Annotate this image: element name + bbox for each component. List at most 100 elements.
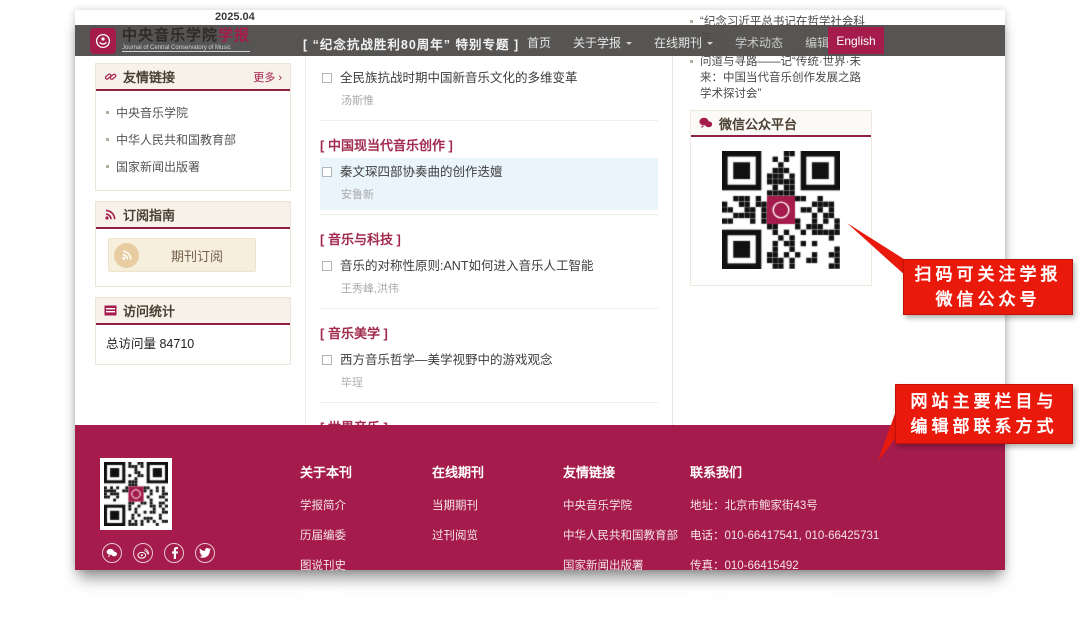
footer-link[interactable]: 国家新闻出版署 xyxy=(563,557,678,573)
wechat-icon[interactable] xyxy=(102,543,122,563)
article-author: 毕珵 xyxy=(341,374,656,390)
facebook-icon[interactable] xyxy=(164,543,184,563)
rss-icon xyxy=(114,243,139,268)
stats-header: 访问统计 xyxy=(96,298,290,325)
article-checkbox[interactable] xyxy=(322,261,332,271)
issue-number: 2025.04 xyxy=(215,11,255,23)
nav-links: 首页 关于学报 在线期刊 学术动态 编辑部公告 xyxy=(527,34,865,51)
friend-links-title: 友情链接 xyxy=(123,67,253,86)
nav-home[interactable]: 首页 xyxy=(527,34,551,51)
article-checkbox[interactable] xyxy=(322,73,332,83)
wechat-panel-title: 微信公众平台 xyxy=(719,114,863,133)
wechat-icon xyxy=(699,117,713,129)
footer-qr-code xyxy=(104,462,168,526)
section-header: [ 音乐美学 ] xyxy=(320,313,658,346)
article-author: 王秀峰,洪伟 xyxy=(341,280,656,296)
footer-link[interactable]: 图说刊史 xyxy=(300,557,352,573)
footer-link[interactable]: 学报简介 xyxy=(300,497,352,513)
friend-link-item[interactable]: 中央音乐学院 xyxy=(106,99,280,126)
footer-col-title: 联系我们 xyxy=(690,462,879,481)
logo-subtitle: Journal of Central Conservatory of Music xyxy=(122,45,250,52)
nav-academic-news[interactable]: 学术动态 xyxy=(735,34,783,51)
callout-line: 网站主要栏目与 xyxy=(896,389,1072,414)
article-row[interactable]: 秦文琛四部协奏曲的创作迭嬗 安鲁新 xyxy=(320,158,658,210)
footer: 关于本刊 学报简介 历届编委 图说刊史 现任成员 在线期刊 当期期刊 过刊阅览 … xyxy=(75,425,1005,570)
logo-title-main: 中央音乐学院 xyxy=(122,27,218,44)
rss-icon xyxy=(104,208,117,221)
footer-col-title: 在线期刊 xyxy=(432,462,484,481)
footer-link[interactable]: 中华人民共和国教育部 xyxy=(563,527,678,543)
twitter-icon[interactable] xyxy=(195,543,215,563)
footer-col-about: 关于本刊 学报简介 历届编委 图说刊史 现任成员 xyxy=(300,462,352,617)
footer-link[interactable]: 现任成员 xyxy=(300,587,352,603)
footer-contact-phone: 电话：010-66417541, 010-66425731 xyxy=(690,527,879,543)
footer-qr-frame xyxy=(100,458,172,530)
footer-col-title: 关于本刊 xyxy=(300,462,352,481)
bullet-icon xyxy=(690,20,693,23)
callout-line: 编辑部联系方式 xyxy=(896,414,1072,439)
article-row[interactable]: 西方音乐哲学—美学视野中的游戏观念 毕珵 xyxy=(320,346,658,398)
visit-count: 总访问量 84710 xyxy=(96,325,290,364)
article-author: 汤斯惟 xyxy=(341,92,656,108)
journal-logo[interactable]: 中央音乐学院学报 Journal of Central Conservatory… xyxy=(90,28,250,54)
wechat-qr-code xyxy=(722,151,840,269)
footer-col-title: 友情链接 xyxy=(563,462,678,481)
logo-emblem-icon xyxy=(90,28,116,54)
nav-about-journal[interactable]: 关于学报 xyxy=(573,34,632,51)
article-title[interactable]: 西方音乐哲学—美学视野中的游戏观念 xyxy=(340,352,553,369)
more-link[interactable]: 更多 › xyxy=(253,69,282,85)
english-language-button[interactable]: English xyxy=(828,27,884,54)
wechat-panel: 微信公众平台 xyxy=(690,110,872,286)
divider xyxy=(320,120,658,121)
section-header: [ 中国现当代音乐创作 ] xyxy=(320,125,658,158)
wechat-panel-header: 微信公众平台 xyxy=(691,111,871,137)
callout-scan-qr: 扫码可关注学报 微信公众号 xyxy=(903,259,1073,315)
callout-line: 扫码可关注学报 xyxy=(904,262,1072,287)
article-row[interactable]: 全民族抗战时期中国新音乐文化的多维变革 汤斯惟 xyxy=(320,64,658,116)
section-header: [ 音乐与科技 ] xyxy=(320,219,658,252)
footer-contact-email: 邮箱：xbbjb@ccom.edu.cn xyxy=(690,587,879,603)
divider xyxy=(320,402,658,403)
logo-title-accent: 学报 xyxy=(218,27,250,44)
subscribe-title: 订阅指南 xyxy=(123,205,282,224)
left-sidebar: 友情链接 更多 › 中央音乐学院 中华人民共和国教育部 国家新闻出版署 订阅指南 xyxy=(95,63,291,375)
footer-contact-address: 地址：北京市鲍家街43号 xyxy=(690,497,879,513)
bullet-icon xyxy=(106,165,109,168)
footer-col-online: 在线期刊 当期期刊 过刊阅览 xyxy=(432,462,484,557)
chevron-down-icon xyxy=(626,42,632,48)
friend-link-item[interactable]: 中华人民共和国教育部 xyxy=(106,126,280,153)
article-title[interactable]: 音乐的对称性原则:ANT如何进入音乐人工智能 xyxy=(340,258,593,275)
link-icon xyxy=(104,70,117,83)
stats-title: 访问统计 xyxy=(123,301,282,320)
wechat-qr-area xyxy=(691,137,871,285)
article-author: 安鲁新 xyxy=(341,186,656,202)
footer-col-contact: 联系我们 地址：北京市鲍家街43号 电话：010-66417541, 010-6… xyxy=(690,462,879,617)
footer-link[interactable]: 过刊阅览 xyxy=(432,527,484,543)
footer-link[interactable]: 历届编委 xyxy=(300,527,352,543)
subscribe-header: 订阅指南 xyxy=(96,202,290,229)
page: “纪念习近平总书记在哲学社会科学…… 问道与寻路——记“传统·世界·未来：中国当… xyxy=(75,10,1005,570)
footer-link[interactable]: 中央音乐学院 xyxy=(563,497,678,513)
article-checkbox[interactable] xyxy=(322,167,332,177)
footer-social-icons xyxy=(102,543,215,563)
news-item[interactable]: 问道与寻路——记“传统·世界·未来：中国当代音乐创作发展之路学术探讨会” xyxy=(690,54,872,102)
article-title[interactable]: 秦文琛四部协奏曲的创作迭嬗 xyxy=(340,164,503,181)
friend-links-panel: 友情链接 更多 › 中央音乐学院 中华人民共和国教育部 国家新闻出版署 xyxy=(95,63,291,191)
journal-subscribe-button[interactable]: 期刊订阅 xyxy=(108,238,256,272)
chevron-down-icon xyxy=(707,42,713,48)
callout-line: 微信公众号 xyxy=(904,287,1072,312)
article-title[interactable]: 全民族抗战时期中国新音乐文化的多维变革 xyxy=(340,70,578,87)
article-checkbox[interactable] xyxy=(322,355,332,365)
nav-online-journal[interactable]: 在线期刊 xyxy=(654,34,713,51)
footer-link[interactable]: 当期期刊 xyxy=(432,497,484,513)
friend-links-header: 友情链接 更多 › xyxy=(96,64,290,91)
article-row[interactable]: 音乐的对称性原则:ANT如何进入音乐人工智能 王秀峰,洪伟 xyxy=(320,252,658,304)
weibo-icon[interactable] xyxy=(133,543,153,563)
subscribe-button-label: 期刊订阅 xyxy=(139,246,255,265)
bullet-icon xyxy=(106,138,109,141)
bullet-icon xyxy=(106,111,109,114)
footer-contact-fax: 传真：010-66415492 xyxy=(690,557,879,573)
friend-link-item[interactable]: 国家新闻出版署 xyxy=(106,153,280,180)
footer-col-links: 友情链接 中央音乐学院 中华人民共和国教育部 国家新闻出版署 xyxy=(563,462,678,587)
callout-site-sections: 网站主要栏目与 编辑部联系方式 xyxy=(895,384,1073,444)
